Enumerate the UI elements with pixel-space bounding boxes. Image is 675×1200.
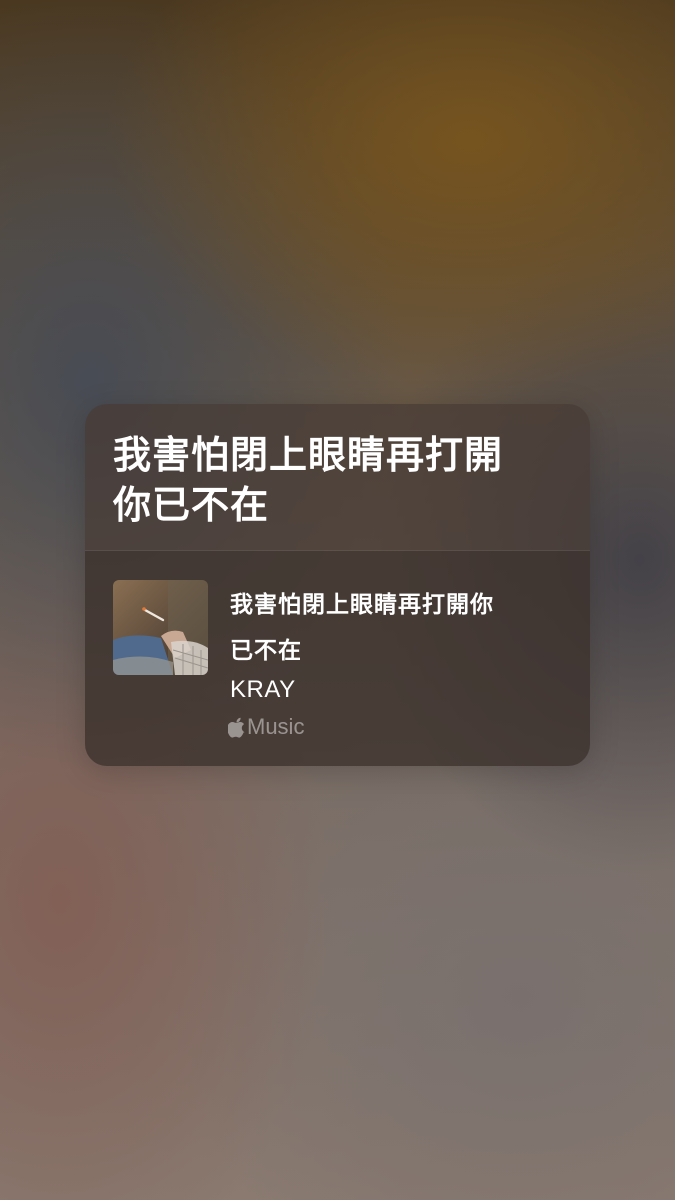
lyric-line-1: 我害怕閉上眼睛再打開 — [113, 433, 504, 477]
song-title: 我害怕閉上眼睛再打開你 已不在 — [230, 582, 550, 674]
lyric-line-2: 你已不在 — [113, 483, 270, 527]
apple-music-logo: Music — [228, 713, 304, 741]
apple-icon — [228, 717, 245, 738]
divider — [85, 550, 590, 551]
album-art[interactable] — [113, 580, 208, 675]
music-label: Music — [247, 714, 305, 739]
artist-name: KRAY — [230, 676, 296, 703]
lyric-text: 我害怕閉上眼睛再打開 你已不在 — [113, 430, 573, 530]
album-art-image — [113, 580, 208, 675]
lyrics-share-card[interactable]: 我害怕閉上眼睛再打開 你已不在 我害怕閉上眼睛再打開你 已不在 KRAY Mus… — [85, 404, 590, 766]
song-title-line-1: 我害怕閉上眼睛再打開你 — [230, 592, 494, 618]
song-title-line-2: 已不在 — [230, 638, 302, 664]
